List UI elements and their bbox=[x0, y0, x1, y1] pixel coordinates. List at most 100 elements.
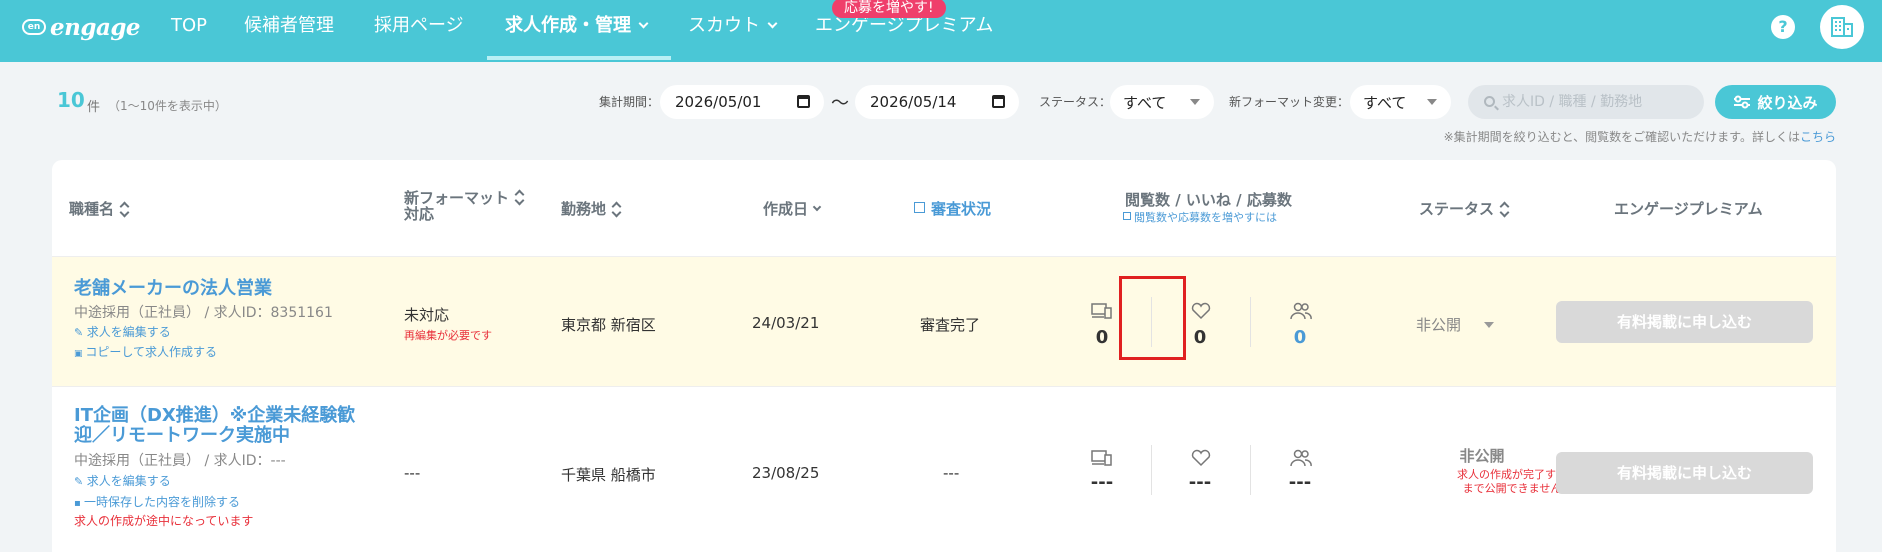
edit-job-link[interactable]: 求人を編集する bbox=[74, 472, 171, 489]
col-header-format[interactable]: 新フォーマット 対応 bbox=[404, 190, 523, 222]
likes-count: 0 bbox=[1193, 327, 1207, 348]
search-field[interactable] bbox=[1468, 85, 1704, 119]
users-icon bbox=[1290, 449, 1312, 467]
col-header-review[interactable]: 審査状況 bbox=[914, 198, 991, 219]
format-filter-select[interactable]: すべて bbox=[1350, 85, 1451, 119]
job-title-line2: 迎／リモートワーク実施中 bbox=[74, 425, 290, 446]
status-filter-label: ステータス： bbox=[1039, 95, 1112, 109]
nav-item-candidates[interactable]: 候補者管理 bbox=[244, 0, 334, 56]
created-date: 24/03/21 bbox=[752, 314, 820, 332]
nav-item-recruit-page[interactable]: 採用ページ bbox=[374, 0, 464, 56]
format-note: 再編集が必要です bbox=[404, 329, 492, 342]
views-devices-icon bbox=[1091, 303, 1112, 319]
date-to-field[interactable]: 2026/05/14 bbox=[855, 85, 1019, 119]
nav-item-top[interactable]: TOP bbox=[171, 0, 207, 56]
col-header-job[interactable]: 職種名 bbox=[69, 198, 128, 219]
engage-logo[interactable]: en engage bbox=[22, 13, 141, 41]
created-date: 23/08/25 bbox=[752, 464, 820, 482]
col-header-location[interactable]: 勤務地 bbox=[561, 198, 620, 219]
col-header-label: ステータス bbox=[1419, 200, 1495, 218]
logo-mark: en bbox=[22, 19, 46, 35]
chevron-down-icon bbox=[638, 18, 649, 29]
job-title-link[interactable]: IT企画（DX推進）※企業未経験歓 迎／リモートワーク実施中 bbox=[74, 406, 355, 446]
promo-badge: 応募を増やす! bbox=[832, 0, 946, 18]
caret-down-icon bbox=[1427, 99, 1437, 105]
col-header-label: 勤務地 bbox=[561, 200, 607, 218]
chevron-down-icon bbox=[767, 18, 778, 29]
applies-count: --- bbox=[1288, 472, 1312, 493]
period-note-text: ※集計期間を絞り込むと、閲覧数をご確認いただけます。詳しくは bbox=[1443, 130, 1800, 144]
result-count: 10 bbox=[57, 88, 85, 112]
date-separator: 〜 bbox=[831, 93, 849, 114]
job-title-link[interactable]: 老舗メーカーの法人営業 bbox=[74, 279, 272, 299]
premium-apply-button[interactable]: 有料掲載に申し込む bbox=[1556, 301, 1813, 343]
nav-item-scout[interactable]: スカウト bbox=[688, 0, 778, 56]
views-count: 0 bbox=[1095, 327, 1109, 348]
date-from-field[interactable]: 2026/05/01 bbox=[660, 85, 824, 119]
col-header-label: 審査状況 bbox=[931, 200, 992, 218]
sort-icon bbox=[120, 203, 128, 215]
job-list-table: 職種名 新フォーマット 対応 勤務地 作成日 審査状況 閲覧数 / いいね / … bbox=[52, 160, 1836, 552]
premium-apply-button[interactable]: 有料掲載に申し込む bbox=[1556, 452, 1813, 494]
chevron-down-icon bbox=[812, 202, 822, 212]
stats-help-link[interactable]: 閲覧数や応募数を増やすには bbox=[1123, 209, 1277, 225]
external-link-icon bbox=[1123, 212, 1131, 220]
nav-item-label: スカウト bbox=[688, 15, 760, 36]
caret-down-icon bbox=[1484, 322, 1494, 328]
logo-text: engage bbox=[50, 13, 141, 41]
heart-icon bbox=[1191, 302, 1211, 320]
draft-warning: 求人の作成が途中になっています bbox=[74, 514, 254, 528]
divider bbox=[1250, 445, 1251, 495]
sort-icon bbox=[1500, 203, 1508, 215]
delete-draft-link[interactable]: 一時保存した内容を削除する bbox=[74, 493, 240, 510]
format-filter-value: すべて bbox=[1363, 93, 1407, 112]
review-status: --- bbox=[943, 464, 960, 482]
caret-down-icon bbox=[1190, 99, 1200, 105]
search-icon bbox=[1484, 96, 1495, 107]
search-input[interactable] bbox=[1502, 85, 1692, 119]
filter-button[interactable]: 絞り込み bbox=[1715, 85, 1836, 119]
edit-job-link[interactable]: 求人を編集する bbox=[74, 323, 171, 340]
col-header-label: 職種名 bbox=[69, 200, 115, 218]
table-row: IT企画（DX推進）※企業未経験歓 迎／リモートワーク実施中 中途採用（正社員）… bbox=[52, 388, 1836, 552]
status-note: 求人の作成が完了する まで公開できません bbox=[1452, 468, 1572, 496]
heart-icon bbox=[1191, 449, 1211, 467]
status-note-line1: 求人の作成が完了する bbox=[1457, 468, 1567, 481]
col-header-created[interactable]: 作成日 bbox=[763, 198, 822, 219]
status-select[interactable]: 非公開 bbox=[1416, 314, 1461, 335]
status-label: 非公開 bbox=[1459, 447, 1505, 465]
job-title-line1: IT企画（DX推進）※企業未経験歓 bbox=[74, 405, 356, 426]
views-devices-icon bbox=[1091, 450, 1112, 466]
format-status: 未対応 bbox=[404, 306, 450, 324]
status-filter-select[interactable]: すべて bbox=[1110, 85, 1214, 119]
calendar-icon bbox=[992, 95, 1005, 108]
copy-job-link[interactable]: コピーして求人作成する bbox=[74, 343, 217, 360]
col-header-status[interactable]: ステータス bbox=[1419, 198, 1508, 219]
external-link-icon bbox=[914, 202, 925, 213]
job-meta: 中途採用（正社員） / 求人ID：--- bbox=[74, 453, 286, 469]
format-filter-label: 新フォーマット変更： bbox=[1229, 95, 1350, 109]
format-status: --- bbox=[404, 464, 421, 482]
calendar-icon bbox=[797, 95, 810, 108]
users-icon bbox=[1290, 302, 1312, 320]
likes-count: --- bbox=[1188, 472, 1212, 493]
stats-help-label: 閲覧数や応募数を増やすには bbox=[1134, 211, 1277, 224]
period-label: 集計期間： bbox=[599, 95, 660, 109]
result-count-unit: 件 bbox=[87, 100, 101, 115]
table-row: 老舗メーカーの法人営業 中途採用（正社員） / 求人ID：8351161 求人を… bbox=[52, 256, 1836, 387]
location: 東京都 新宿区 bbox=[561, 316, 656, 334]
company-building-icon[interactable] bbox=[1820, 5, 1864, 49]
filter-button-label: 絞り込み bbox=[1757, 93, 1818, 112]
active-nav-indicator bbox=[487, 56, 671, 60]
status-filter-value: すべて bbox=[1123, 93, 1167, 112]
col-header-label: 新フォーマット bbox=[404, 189, 510, 207]
period-note-link[interactable]: こちら bbox=[1800, 130, 1836, 144]
sort-icon bbox=[515, 191, 523, 203]
nav-item-job-management[interactable]: 求人作成・管理 bbox=[505, 0, 649, 56]
help-icon[interactable]: ? bbox=[1771, 15, 1795, 39]
top-nav: en engage TOP 候補者管理 採用ページ 求人作成・管理 スカウト エ… bbox=[0, 0, 1882, 62]
status-note-line2: まで公開できません bbox=[1462, 482, 1562, 495]
result-range-note: （1〜10件を表示中） bbox=[108, 99, 227, 113]
views-count: --- bbox=[1090, 472, 1114, 493]
applies-count[interactable]: 0 bbox=[1280, 327, 1320, 348]
